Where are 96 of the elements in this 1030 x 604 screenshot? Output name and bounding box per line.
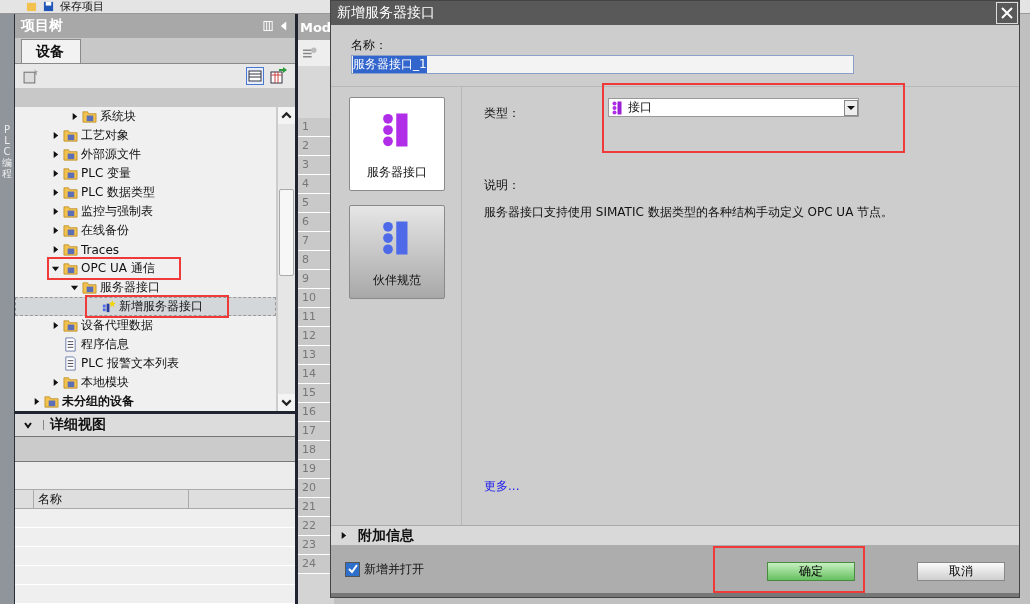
interface-icon [612,100,622,115]
panel-title: 项目树 [21,17,64,36]
scroll-up-icon[interactable] [278,107,295,124]
folder-icon [63,204,78,219]
name-field[interactable]: 服务器接口_1 [351,55,854,74]
tree-row[interactable]: 系统块 [15,107,276,126]
insert-row-icon[interactable] [302,45,317,61]
expanded-arrow-icon[interactable] [70,283,79,292]
collapsed-arrow-icon[interactable] [51,150,60,159]
collapsed-arrow-icon[interactable] [51,131,60,140]
type-card[interactable]: 伙伴规范 [349,205,445,299]
save-project-button[interactable]: 保存项目 [60,0,104,13]
collapsed-arrow-icon[interactable] [339,531,348,540]
tree-row[interactable]: OPC UA 通信 [15,259,276,278]
more-link[interactable]: 更多... [484,478,999,495]
scroll-down-icon[interactable] [278,394,295,411]
tree-row[interactable]: 外部源文件 [15,145,276,164]
tree-item-label: 设备代理数据 [81,317,153,334]
cancel-button[interactable]: 取消 [917,561,1005,581]
tree-row[interactable]: 服务器接口 [15,278,276,297]
tree-item-label: Traces [81,242,120,257]
add-interface-icon [101,299,116,314]
expanded-arrow-icon[interactable] [51,264,60,273]
type-card[interactable]: 服务器接口 [349,97,445,191]
tree-item-label: 新增服务器接口 [119,298,203,315]
additional-info-header[interactable]: 附加信息 [331,525,1019,545]
tree-row[interactable]: 在线备份 [15,221,276,240]
folder-icon [82,109,97,124]
folder-icon [63,223,78,238]
tree-row[interactable]: PLC 变量 [15,164,276,183]
tree-row[interactable]: PLC 报警文本列表 [15,354,276,373]
tree-row[interactable]: 未分组的设备 [15,392,276,411]
document-icon [63,337,78,352]
collapsed-arrow-icon[interactable] [51,207,60,216]
collapsed-arrow-icon[interactable] [70,112,79,121]
folder-icon [44,394,59,409]
tree-row[interactable]: PLC 数据类型 [15,183,276,202]
collapsed-arrow-icon[interactable] [32,397,41,406]
close-button[interactable] [996,2,1018,24]
tree-row[interactable]: 新增服务器接口 [15,297,276,316]
checkbox[interactable] [345,561,360,577]
type-dropdown[interactable]: 接口 [608,98,859,117]
tree-item-label: 系统块 [100,108,136,125]
export-table-icon[interactable] [269,67,287,85]
checkbox-label: 新增并打开 [364,560,424,578]
tree-row[interactable]: 工艺对象 [15,126,276,145]
tree-row[interactable]: 设备代理数据 [15,316,276,335]
folder-icon [63,166,78,181]
scroll-thumb[interactable] [279,189,294,276]
tree-item-label: 工艺对象 [81,127,129,144]
section-title: 附加信息 [358,526,414,545]
tree-item-label: 本地模块 [81,374,129,391]
caret-icon[interactable] [844,99,858,116]
detail-view-header[interactable]: 详细视图 [15,414,295,437]
collapsed-arrow-icon[interactable] [51,188,60,197]
collapsed-arrow-icon[interactable] [51,169,60,178]
tree-row[interactable]: 本地模块 [15,373,276,392]
folder-icon [63,128,78,143]
description-text: 服务器接口支持使用 SIMATIC 数据类型的各种结构手动定义 OPC UA 节点。 [484,204,895,221]
field-label: 说明： [484,177,521,194]
add-device-icon[interactable] [23,68,38,84]
save-icon[interactable] [43,1,54,12]
tree-item-label: PLC 变量 [81,165,132,182]
scrollbar[interactable] [277,107,295,411]
tree-item-label: 程序信息 [81,336,129,353]
tree-item-label: 服务器接口 [100,279,160,296]
tree-item-label: OPC UA 通信 [81,260,155,277]
document-icon [63,356,78,371]
folder-icon [63,261,78,276]
collapsed-arrow-icon[interactable] [51,378,60,387]
tree-row[interactable]: Traces [15,240,276,259]
field-label: 名称： [351,37,388,54]
tree-item-label: PLC 报警文本列表 [81,355,180,372]
folder-icon [82,280,97,295]
tree-item-label: 未分组的设备 [62,393,134,410]
tree-row[interactable]: 程序信息 [15,335,276,354]
folder-icon [63,147,78,162]
tree-row[interactable]: 监控与强制表 [15,202,276,221]
tree-item-label: 在线备份 [81,222,129,239]
devices-tab[interactable]: 设备 [21,38,81,63]
detail-view-title: 详细视图 [49,416,106,434]
tree-item-label: 监控与强制表 [81,203,153,220]
field-label: 类型： [484,105,521,122]
collapsed-arrow-icon[interactable] [51,226,60,235]
collapsed-arrow-icon[interactable] [51,321,60,330]
close-icon [1001,7,1013,19]
dialog-title: 新增服务器接口 [337,4,435,22]
tree-item-label: 外部源文件 [81,146,141,163]
folder-icon [63,185,78,200]
folder-icon [63,375,78,390]
collapsed-arrow-icon[interactable] [51,245,60,254]
list-view-icon[interactable] [246,67,264,85]
folder-icon [63,318,78,333]
folder-icon [63,242,78,257]
tree-item-label: PLC 数据类型 [81,184,156,201]
ok-button[interactable]: 确定 [767,561,855,581]
